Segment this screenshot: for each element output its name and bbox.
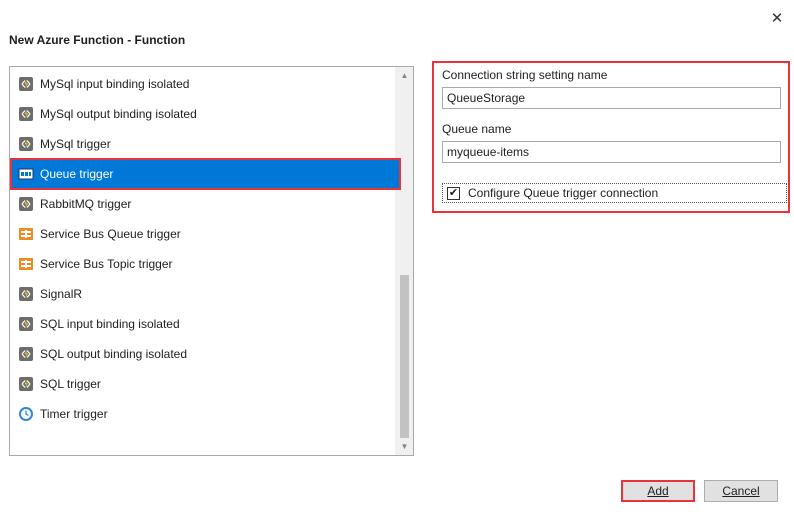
azure-function-icon [18,196,34,212]
azure-function-icon [18,136,34,152]
configure-connection-label: Configure Queue trigger connection [468,186,659,200]
configure-connection-checkbox[interactable]: ✔ [447,186,460,200]
timer-clock-icon [18,406,34,422]
list-item[interactable]: SQL output binding isolated [12,340,399,368]
azure-function-icon [18,76,34,92]
list-item[interactable]: SignalR [12,280,399,308]
list-item[interactable]: MySql input binding isolated [12,70,399,98]
list-item-label: RabbitMQ trigger [40,197,132,211]
close-button[interactable]: ✕ [764,6,790,30]
service-bus-icon [18,226,34,242]
close-icon: ✕ [770,10,784,27]
list-item-label: Service Bus Topic trigger [40,257,173,271]
list-item[interactable]: Service Bus Topic trigger [12,250,399,278]
azure-function-icon [18,106,34,122]
list-item-label: Queue trigger [40,167,114,181]
list-item-label: Timer trigger [40,407,108,421]
configure-connection-option[interactable]: ✔ Configure Queue trigger connection [442,183,787,203]
azure-function-icon [18,346,34,362]
cancel-button[interactable]: Cancel [704,480,778,502]
azure-function-icon [18,316,34,332]
list-item-label: MySql output binding isolated [40,107,197,121]
list-item-label: SQL input binding isolated [40,317,180,331]
list-item[interactable]: Timer trigger [12,400,399,428]
add-button[interactable]: Add [621,480,695,502]
template-list[interactable]: ▲ ▼ MySql input binding isolated MySql ou… [9,66,414,456]
list-item[interactable]: MySql trigger [12,130,399,158]
list-item-label: SQL trigger [40,377,101,391]
queue-storage-icon [18,166,34,182]
trigger-settings-panel: Connection string setting name Queue nam… [432,61,790,213]
list-item[interactable]: Queue trigger [10,158,401,190]
list-item[interactable]: RabbitMQ trigger [12,190,399,218]
dialog-title: New Azure Function - Function [9,33,186,47]
add-button-label: Add [647,484,669,498]
queue-name-label: Queue name [442,122,512,136]
list-item[interactable]: MySql output binding isolated [12,100,399,128]
connection-string-label: Connection string setting name [442,68,608,82]
cancel-button-label: Cancel [722,484,760,498]
list-item[interactable]: Service Bus Queue trigger [12,220,399,248]
azure-function-icon [18,286,34,302]
list-item-label: Service Bus Queue trigger [40,227,181,241]
connection-string-input[interactable] [442,87,781,109]
list-item-label: MySql input binding isolated [40,77,190,91]
service-bus-icon [18,256,34,272]
scroll-thumb[interactable] [400,275,409,438]
list-item[interactable]: SQL trigger [12,370,399,398]
list-item-label: MySql trigger [40,137,111,151]
list-item[interactable]: SQL input binding isolated [12,310,399,338]
list-item-label: SQL output binding isolated [40,347,187,361]
azure-function-icon [18,376,34,392]
list-item-label: SignalR [40,287,83,301]
queue-name-input[interactable] [442,141,781,163]
scroll-down-arrow[interactable]: ▼ [396,438,413,455]
